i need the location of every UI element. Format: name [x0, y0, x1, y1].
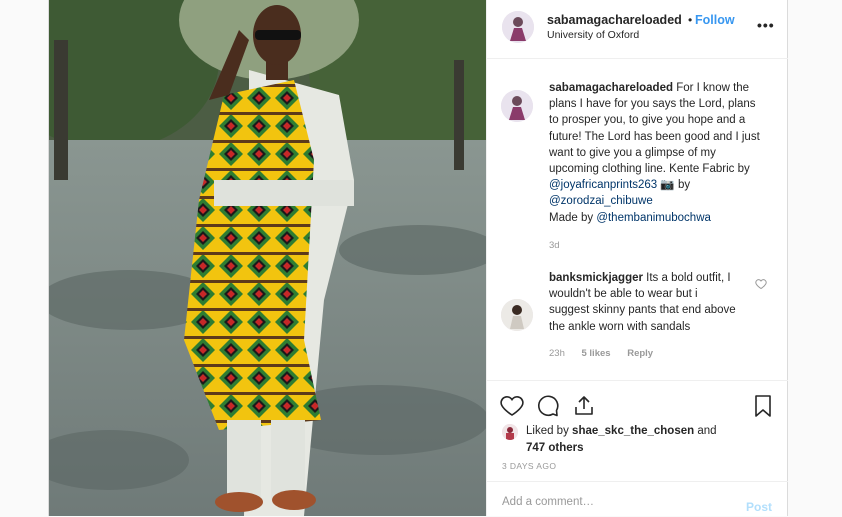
post-date[interactable]: 3 DAYS AGO: [502, 461, 556, 471]
liker-avatar[interactable]: [502, 424, 518, 440]
post-header: sabamagachareloaded • Follow University …: [487, 0, 788, 59]
liked-by-user[interactable]: shae_skc_the_chosen: [572, 425, 694, 437]
comment-icon[interactable]: [536, 394, 560, 418]
comment-likes[interactable]: 5 likes: [582, 348, 611, 359]
action-bar: Liked by shae_skc_the_chosen and 747 oth…: [487, 380, 788, 481]
post-side-panel: sabamagachareloaded • Follow University …: [486, 0, 788, 516]
comment-input[interactable]: [502, 496, 722, 508]
caption-timestamp[interactable]: 3d: [549, 240, 560, 251]
comment-meta: 23h 5 likes Reply: [549, 348, 667, 359]
mention-link[interactable]: @zorodzai_chibuwe: [549, 195, 653, 207]
heart-icon[interactable]: [500, 394, 524, 418]
post-dialog: sabamagachareloaded • Follow University …: [48, 0, 788, 516]
follow-button[interactable]: Follow: [695, 13, 735, 27]
comment-timestamp[interactable]: 23h: [549, 348, 565, 359]
commenter-avatar[interactable]: [501, 299, 533, 331]
post-caption: sabamagachareloaded For I know the plans…: [549, 80, 763, 226]
comment: banksmickjagger Its a bold outfit, I wou…: [549, 270, 741, 335]
liked-and-label: and: [697, 425, 717, 437]
caption-text: Made by: [549, 211, 594, 224]
reply-button[interactable]: Reply: [627, 348, 653, 359]
likes-summary: Liked by shae_skc_the_chosen and 747 oth…: [526, 423, 746, 456]
liked-by-label: Liked by: [526, 425, 569, 437]
camera-emoji: 📷: [660, 179, 675, 192]
caption-text: by: [677, 179, 691, 192]
author-username[interactable]: sabamagachareloaded: [547, 13, 682, 27]
mention-link[interactable]: @thembanimubochwa: [596, 212, 711, 224]
post-photo[interactable]: [49, 0, 486, 516]
caption-username[interactable]: sabamagachareloaded: [549, 82, 673, 94]
caption-text: For I know the plans I have for you says…: [549, 82, 760, 176]
bookmark-icon[interactable]: [751, 394, 775, 418]
mention-link[interactable]: @joyafricanprints263: [549, 179, 657, 191]
more-dots-icon[interactable]: •••: [757, 17, 775, 33]
header-separator: •: [688, 13, 693, 27]
caption-avatar[interactable]: [501, 90, 533, 122]
post-comment-button[interactable]: Post: [746, 500, 772, 514]
share-icon[interactable]: [572, 394, 596, 418]
likes-others-link[interactable]: 747 others: [526, 442, 584, 454]
comment-heart-icon[interactable]: [755, 278, 767, 290]
author-avatar[interactable]: [502, 11, 534, 43]
location-link[interactable]: University of Oxford: [547, 29, 639, 41]
add-comment-bar: Post: [487, 481, 788, 517]
comment-username[interactable]: banksmickjagger: [549, 272, 643, 284]
